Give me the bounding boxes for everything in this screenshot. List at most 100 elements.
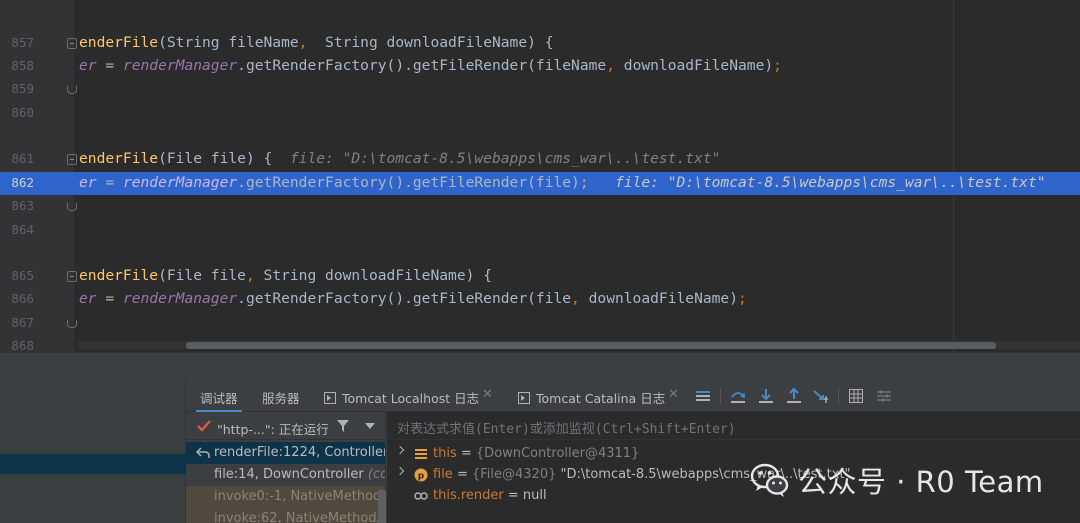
code-token: (File file: [158, 267, 246, 284]
tab-tomcat-localhost-log[interactable]: Tomcat Localhost 日志: [324, 388, 479, 407]
tab-server-label: 服务器: [262, 391, 300, 406]
stack-frame[interactable]: file:14, DownController (com: [186, 464, 385, 486]
line-number[interactable]: 863: [0, 198, 34, 213]
fold-collapse-icon[interactable]: [67, 38, 77, 49]
code-line[interactable]: [0, 0, 1080, 9]
code-line[interactable]: 861 enderFile(File file) { file: "D:\tomc…: [0, 148, 1080, 171]
watch-expression-input[interactable]: 对表达式求值(Enter)或添加监视(Ctrl+Shift+Enter): [387, 412, 1080, 440]
chevron-right-icon[interactable]: [395, 445, 405, 455]
code-token: er: [79, 174, 97, 191]
code-token: er: [79, 290, 97, 307]
frames-scrollbar-thumb[interactable]: [378, 490, 386, 523]
variable-equals: =: [452, 467, 472, 482]
thread-selector[interactable]: "http-...": 正在运行: [186, 412, 385, 440]
stack-frame[interactable]: renderFile:1224, Controller (c: [186, 442, 386, 464]
code-token: (File file) {: [158, 150, 290, 167]
parameter-icon: p: [414, 468, 428, 482]
variable-text: this = {DownController@4311}: [433, 446, 639, 461]
toolbar-separator: [720, 388, 721, 404]
filter-icon[interactable]: [336, 419, 350, 433]
line-number[interactable]: 857: [0, 35, 34, 50]
line-number[interactable]: 868: [0, 338, 34, 352]
watch-icon: [414, 492, 428, 500]
close-localhost-tab-icon[interactable]: ✕: [482, 387, 493, 402]
line-number[interactable]: 866: [0, 291, 34, 306]
inline-debug-value: file: "D:\tomcat-8.5\webapps\cms_war\..\…: [289, 150, 721, 167]
stack-frame[interactable]: invoke0:-1, NativeMethodAc: [186, 486, 386, 508]
code-token: =: [96, 290, 123, 307]
evaluate-expression-icon[interactable]: [847, 387, 865, 405]
code-line[interactable]: 867: [0, 312, 1080, 335]
chevron-right-icon[interactable]: [395, 466, 405, 476]
code-token: ,: [606, 57, 615, 74]
line-number[interactable]: 862: [0, 175, 34, 190]
code-token: renderManager: [122, 290, 238, 307]
fold-end-icon[interactable]: [67, 203, 77, 211]
run-to-cursor-icon[interactable]: [812, 387, 830, 405]
line-number[interactable]: 865: [0, 268, 34, 283]
stack-frame-label: invoke0:-1, NativeMethodAc: [214, 489, 386, 504]
frame-method: file:14, DownController: [214, 467, 364, 482]
code-text: er = renderManager.getRenderFactory().ge…: [79, 174, 1080, 191]
code-token: er: [79, 57, 97, 74]
frames-panel: "http-...": 正在运行 renderFile:1224, Contro…: [186, 412, 386, 523]
code-token: =: [96, 174, 123, 191]
toolbar-separator: [838, 388, 839, 404]
fold-end-icon[interactable]: [67, 86, 77, 94]
thread-label: "http-...": 正在运行: [217, 422, 329, 437]
horizontal-scrollbar-thumb[interactable]: [186, 342, 996, 349]
chevron-down-icon[interactable]: [365, 423, 375, 429]
code-token: ,: [245, 267, 255, 284]
code-token: downloadFileName): [615, 57, 774, 74]
line-number[interactable]: 867: [0, 315, 34, 330]
code-token: ;: [773, 57, 782, 74]
stack-frame[interactable]: invoke:62, NativeMethodAcc: [186, 508, 386, 523]
code-token: String downloadFileName) {: [254, 267, 492, 284]
selected-session-band[interactable]: [0, 454, 186, 474]
tab-debugger[interactable]: 调试器: [196, 388, 241, 412]
line-number[interactable]: 864: [0, 222, 34, 237]
tab-tomcat-catalina-log[interactable]: Tomcat Catalina 日志: [518, 388, 665, 407]
fold-collapse-icon[interactable]: [67, 271, 77, 282]
frame-method: renderFile:1224, Controller: [214, 445, 386, 460]
tab-tomcat-localhost-label: Tomcat Localhost 日志: [342, 391, 480, 406]
wechat-logo-icon: [750, 463, 789, 497]
tab-server[interactable]: 服务器: [262, 388, 300, 407]
variable-name: file: [433, 467, 453, 482]
stack-frame-label: renderFile:1224, Controller (c: [214, 445, 386, 460]
step-over-icon[interactable]: [729, 387, 747, 405]
code-line[interactable]: 863: [0, 195, 1080, 218]
stack-frame-label: file:14, DownController (com: [214, 467, 385, 482]
step-out-icon[interactable]: [785, 387, 803, 405]
code-line[interactable]: 865 enderFile(File file, String downloadF…: [0, 265, 1080, 288]
code-line[interactable]: 857 enderFile(String fileName, String dow…: [0, 32, 1080, 55]
frame-method: invoke0:-1, NativeMethodAc: [214, 489, 386, 504]
line-number[interactable]: 861: [0, 151, 34, 166]
code-token: =: [96, 57, 123, 74]
close-catalina-tab-icon[interactable]: ✕: [668, 387, 679, 402]
code-line[interactable]: 862 er = renderManager.getRenderFactory()…: [0, 172, 1080, 195]
code-text: er = renderManager.getRenderFactory().ge…: [79, 290, 747, 307]
variable-name: this.render: [433, 488, 504, 503]
line-number[interactable]: 858: [0, 58, 34, 73]
console-icon: [518, 392, 530, 404]
trace-settings-icon[interactable]: [875, 387, 893, 405]
code-line[interactable]: 866 er = renderManager.getRenderFactory()…: [0, 288, 1080, 311]
layout-menu-icon[interactable]: [694, 387, 712, 405]
variable-text: this.render = null: [433, 488, 547, 503]
variable-value: null: [522, 488, 547, 503]
fold-end-icon[interactable]: [67, 320, 77, 328]
code-editor[interactable]: 857 enderFile(String fileName, String dow…: [0, 0, 1080, 352]
code-line[interactable]: 860: [0, 102, 1080, 125]
console-icon: [324, 392, 336, 404]
line-number[interactable]: 859: [0, 81, 34, 96]
code-line[interactable]: 864: [0, 219, 1080, 242]
step-into-icon[interactable]: [757, 387, 775, 405]
fold-collapse-icon[interactable]: [67, 154, 77, 165]
code-text: er = renderManager.getRenderFactory().ge…: [79, 57, 782, 74]
frame-method: invoke:62, NativeMethodAcc: [214, 511, 386, 523]
line-number[interactable]: 860: [0, 105, 34, 120]
code-line[interactable]: 858 er = renderManager.getRenderFactory()…: [0, 55, 1080, 78]
code-line[interactable]: 859: [0, 78, 1080, 101]
field-icon: [415, 449, 427, 459]
